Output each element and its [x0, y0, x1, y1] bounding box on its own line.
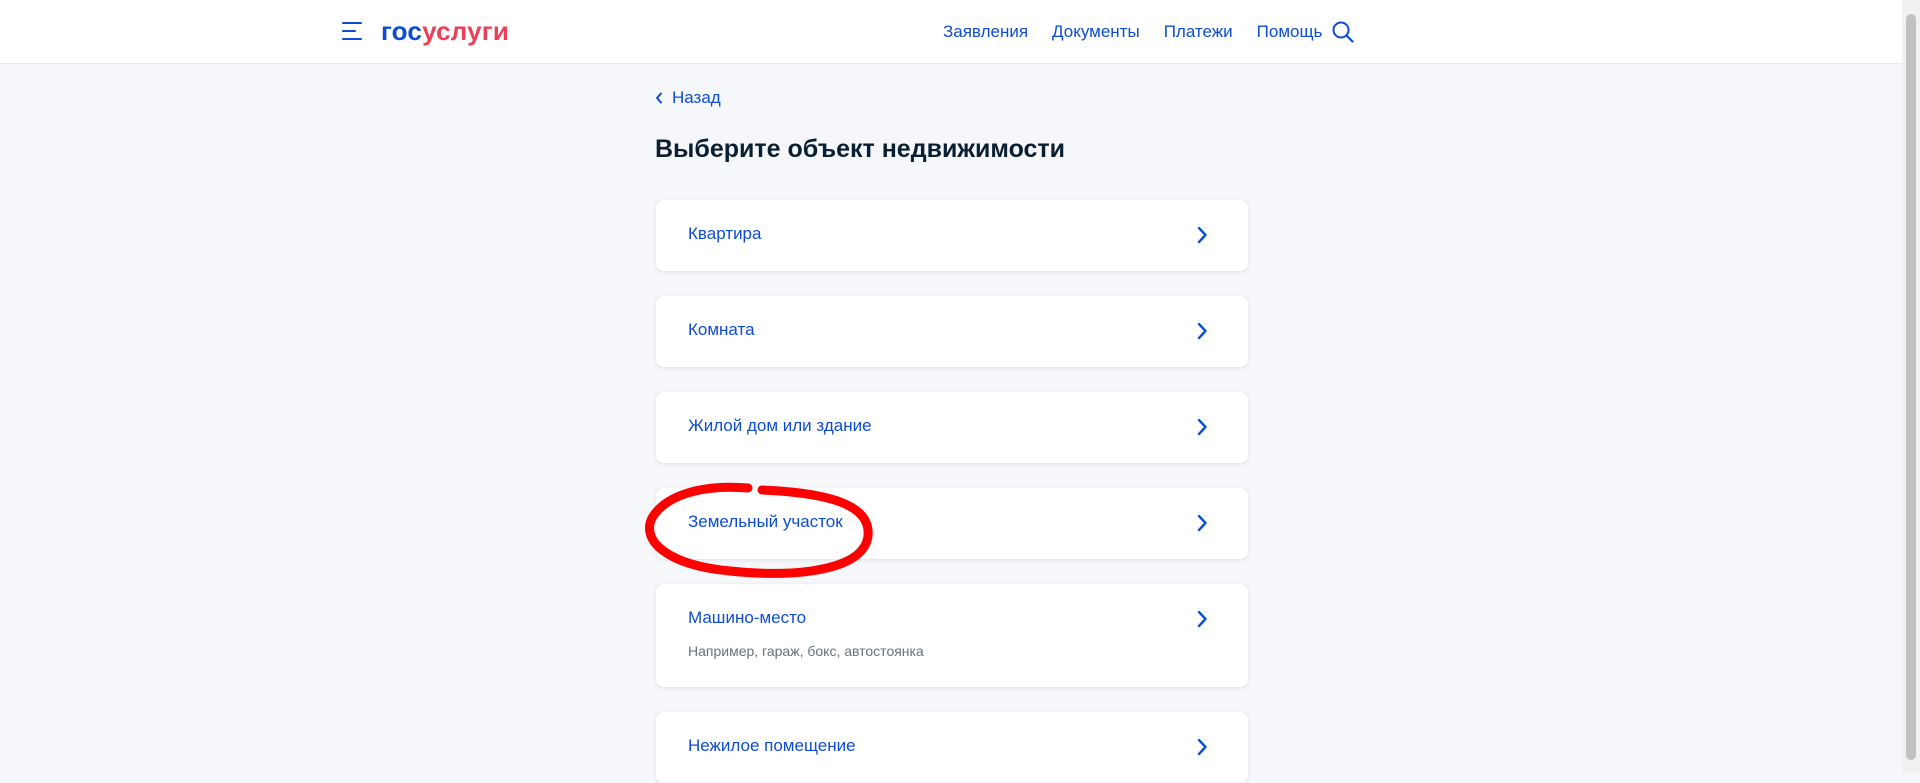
option-card-room[interactable]: Комната: [656, 296, 1248, 367]
chevron-right-icon: [1197, 514, 1207, 532]
nav-link-payments[interactable]: Платежи: [1164, 20, 1233, 44]
back-label: Назад: [672, 88, 721, 107]
option-label: Комната: [688, 320, 755, 339]
option-card-land-plot[interactable]: Земельный участок: [656, 488, 1248, 559]
option-label: Квартира: [688, 224, 762, 243]
page-scrollbar[interactable]: [1902, 0, 1920, 773]
nav-link-help[interactable]: Помощь: [1257, 20, 1323, 44]
nav-link-documents[interactable]: Документы: [1052, 20, 1140, 44]
main-nav: Заявления Документы Платежи Помощь: [943, 20, 1346, 44]
hamburger-icon[interactable]: [342, 22, 364, 42]
chevron-right-icon: [1197, 610, 1207, 628]
option-card-house[interactable]: Жилой дом или здание: [656, 392, 1248, 463]
nav-link-applications[interactable]: Заявления: [943, 20, 1028, 44]
option-card-non-residential[interactable]: Нежилое помещение: [656, 712, 1248, 783]
chevron-right-icon: [1197, 322, 1207, 340]
option-label: Нежилое помещение: [688, 736, 856, 755]
chevron-left-icon: [656, 92, 662, 104]
page-title: Выберите объект недвижимости: [655, 135, 1066, 163]
chevron-right-icon: [1197, 226, 1207, 244]
option-label: Жилой дом или здание: [688, 416, 872, 435]
gosuslugi-logo[interactable]: госуслуги: [381, 14, 509, 48]
site-header: госуслуги Заявления Документы Платежи По…: [0, 0, 1902, 64]
scrollbar-thumb[interactable]: [1906, 14, 1916, 760]
option-label: Земельный участок: [688, 512, 843, 531]
option-card-apartment[interactable]: Квартира: [656, 200, 1248, 271]
option-label: Машино-место: [688, 608, 807, 627]
back-link[interactable]: Назад: [655, 88, 721, 108]
option-description: Например, гараж, бокс, автостоянка: [688, 643, 924, 659]
logo-part-uslugi: услуги: [422, 16, 510, 46]
option-card-parking-space[interactable]: Машино-место Например, гараж, бокс, авто…: [656, 584, 1248, 687]
logo-part-gos: гос: [381, 16, 423, 46]
chevron-right-icon: [1197, 418, 1207, 436]
search-icon[interactable]: [1332, 21, 1354, 43]
chevron-right-icon: [1197, 738, 1207, 756]
